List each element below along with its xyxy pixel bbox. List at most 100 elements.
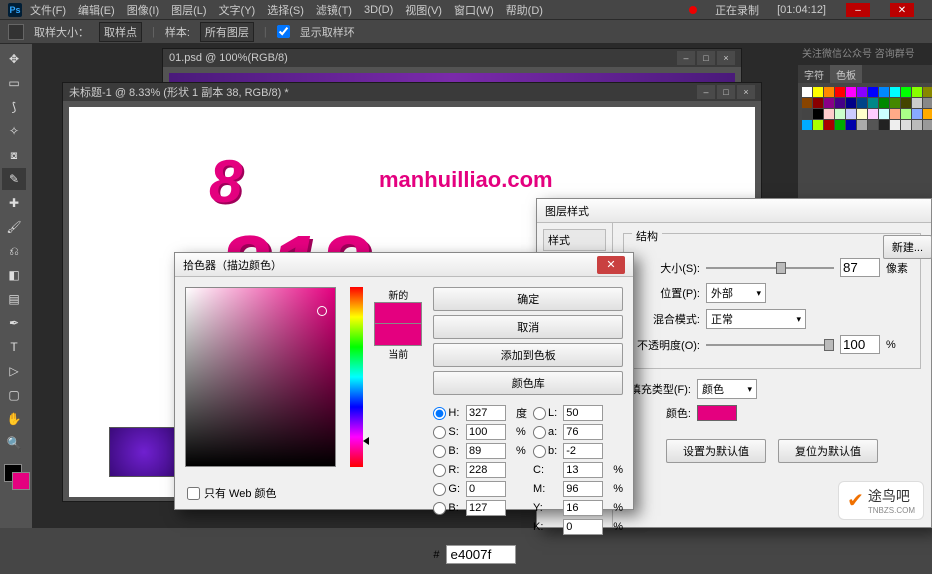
saturation-field[interactable] bbox=[185, 287, 336, 467]
swatch-cell[interactable] bbox=[813, 109, 823, 119]
eyedropper-icon[interactable] bbox=[8, 24, 24, 40]
l-input[interactable] bbox=[563, 405, 603, 421]
doc2-max[interactable]: □ bbox=[717, 85, 735, 99]
show-ring-checkbox[interactable] bbox=[277, 25, 290, 38]
swatch-cell[interactable] bbox=[923, 98, 932, 108]
a-input[interactable] bbox=[563, 424, 603, 440]
doc1-max[interactable]: □ bbox=[697, 51, 715, 65]
swatch-cell[interactable] bbox=[846, 87, 856, 97]
swatch-cell[interactable] bbox=[813, 87, 823, 97]
swatch-cell[interactable] bbox=[868, 109, 878, 119]
s-radio[interactable]: S: bbox=[433, 426, 460, 439]
h-radio[interactable]: H: bbox=[433, 407, 460, 420]
menu-type[interactable]: 文字(Y) bbox=[219, 2, 256, 18]
doc1-close[interactable]: × bbox=[717, 51, 735, 65]
swatch-cell[interactable] bbox=[835, 87, 845, 97]
swatch-cell[interactable] bbox=[901, 87, 911, 97]
hand-tool[interactable]: ✋ bbox=[2, 408, 26, 430]
pen-tool[interactable]: ✒ bbox=[2, 312, 26, 334]
cancel-button[interactable]: 取消 bbox=[433, 315, 623, 339]
swatch-cell[interactable] bbox=[912, 98, 922, 108]
b-rgb-input[interactable] bbox=[466, 500, 506, 516]
swatch-cell[interactable] bbox=[890, 120, 900, 130]
swatch-cell[interactable] bbox=[879, 120, 889, 130]
new-style-button[interactable]: 新建... bbox=[883, 235, 932, 259]
b-hsb-input[interactable] bbox=[466, 443, 506, 459]
s-input[interactable] bbox=[466, 424, 506, 440]
menu-3d[interactable]: 3D(D) bbox=[364, 4, 393, 16]
swatch-cell[interactable] bbox=[868, 120, 878, 130]
reset-default-button[interactable]: 复位为默认值 bbox=[778, 439, 878, 463]
sample-size-select[interactable]: 取样点 bbox=[99, 22, 142, 42]
size-input[interactable] bbox=[840, 258, 880, 277]
menu-select[interactable]: 选择(S) bbox=[267, 2, 304, 18]
current-color-swatch[interactable] bbox=[374, 324, 422, 346]
eraser-tool[interactable]: ◧ bbox=[2, 264, 26, 286]
swatch-cell[interactable] bbox=[923, 120, 932, 130]
swatch-cell[interactable] bbox=[912, 120, 922, 130]
swatch-cell[interactable] bbox=[879, 109, 889, 119]
doc2-close[interactable]: × bbox=[737, 85, 755, 99]
swatch-cell[interactable] bbox=[835, 120, 845, 130]
menu-edit[interactable]: 编辑(E) bbox=[78, 2, 115, 18]
g-radio[interactable]: G: bbox=[433, 483, 460, 496]
move-tool[interactable]: ✥ bbox=[2, 48, 26, 70]
swatch-cell[interactable] bbox=[824, 87, 834, 97]
opacity-input[interactable] bbox=[840, 335, 880, 354]
swatch-cell[interactable] bbox=[890, 87, 900, 97]
swatch-cell[interactable] bbox=[824, 98, 834, 108]
sample-layers-select[interactable]: 所有图层 bbox=[200, 22, 254, 42]
swatch-cell[interactable] bbox=[846, 120, 856, 130]
swatch-cell[interactable] bbox=[868, 98, 878, 108]
gradient-tool[interactable]: ▤ bbox=[2, 288, 26, 310]
swatch-cell[interactable] bbox=[857, 109, 867, 119]
heal-tool[interactable]: ✚ bbox=[2, 192, 26, 214]
fill-select[interactable]: 颜色 bbox=[697, 379, 757, 399]
opacity-slider[interactable] bbox=[706, 344, 834, 346]
swatch-cell[interactable] bbox=[923, 87, 932, 97]
swatch-cell[interactable] bbox=[868, 87, 878, 97]
swatch-cell[interactable] bbox=[901, 109, 911, 119]
swatch-cell[interactable] bbox=[857, 120, 867, 130]
ok-button[interactable]: 确定 bbox=[433, 287, 623, 311]
crop-tool[interactable]: ⧇ bbox=[2, 144, 26, 166]
menu-layer[interactable]: 图层(L) bbox=[171, 2, 206, 18]
swatch-cell[interactable] bbox=[879, 98, 889, 108]
path-tool[interactable]: ▷ bbox=[2, 360, 26, 382]
swatch-cell[interactable] bbox=[835, 98, 845, 108]
swatch-cell[interactable] bbox=[901, 98, 911, 108]
eyedropper-tool[interactable]: ✎ bbox=[2, 168, 26, 190]
c-input[interactable] bbox=[563, 462, 603, 478]
swatch-cell[interactable] bbox=[857, 87, 867, 97]
doc2-min[interactable]: – bbox=[697, 85, 715, 99]
swatch-cell[interactable] bbox=[802, 87, 812, 97]
b-hsb-radio[interactable]: B: bbox=[433, 445, 460, 458]
swatch-cell[interactable] bbox=[846, 98, 856, 108]
menu-image[interactable]: 图像(I) bbox=[127, 2, 159, 18]
web-only-checkbox[interactable] bbox=[187, 487, 200, 500]
swatches-grid[interactable] bbox=[798, 83, 932, 134]
background-color[interactable] bbox=[12, 472, 30, 490]
r-radio[interactable]: R: bbox=[433, 464, 460, 477]
type-tool[interactable]: T bbox=[2, 336, 26, 358]
swatch-cell[interactable] bbox=[813, 98, 823, 108]
color-swatches[interactable] bbox=[2, 464, 30, 494]
shape-tool[interactable]: ▢ bbox=[2, 384, 26, 406]
k-input[interactable] bbox=[563, 519, 603, 535]
set-default-button[interactable]: 设置为默认值 bbox=[666, 439, 766, 463]
swatch-cell[interactable] bbox=[802, 109, 812, 119]
g-input[interactable] bbox=[466, 481, 506, 497]
r-input[interactable] bbox=[466, 462, 506, 478]
swatch-cell[interactable] bbox=[846, 109, 856, 119]
brush-tool[interactable]: 🖌 bbox=[2, 216, 26, 238]
swatch-cell[interactable] bbox=[813, 120, 823, 130]
zoom-tool[interactable]: 🔍 bbox=[2, 432, 26, 454]
swatch-cell[interactable] bbox=[912, 87, 922, 97]
doc1-min[interactable]: – bbox=[677, 51, 695, 65]
picker-close-button[interactable]: ✕ bbox=[597, 256, 625, 274]
h-input[interactable] bbox=[466, 405, 506, 421]
swatch-cell[interactable] bbox=[923, 109, 932, 119]
color-libs-button[interactable]: 颜色库 bbox=[433, 371, 623, 395]
menu-help[interactable]: 帮助(D) bbox=[506, 2, 543, 18]
b-lab-radio[interactable]: b: bbox=[533, 445, 557, 458]
